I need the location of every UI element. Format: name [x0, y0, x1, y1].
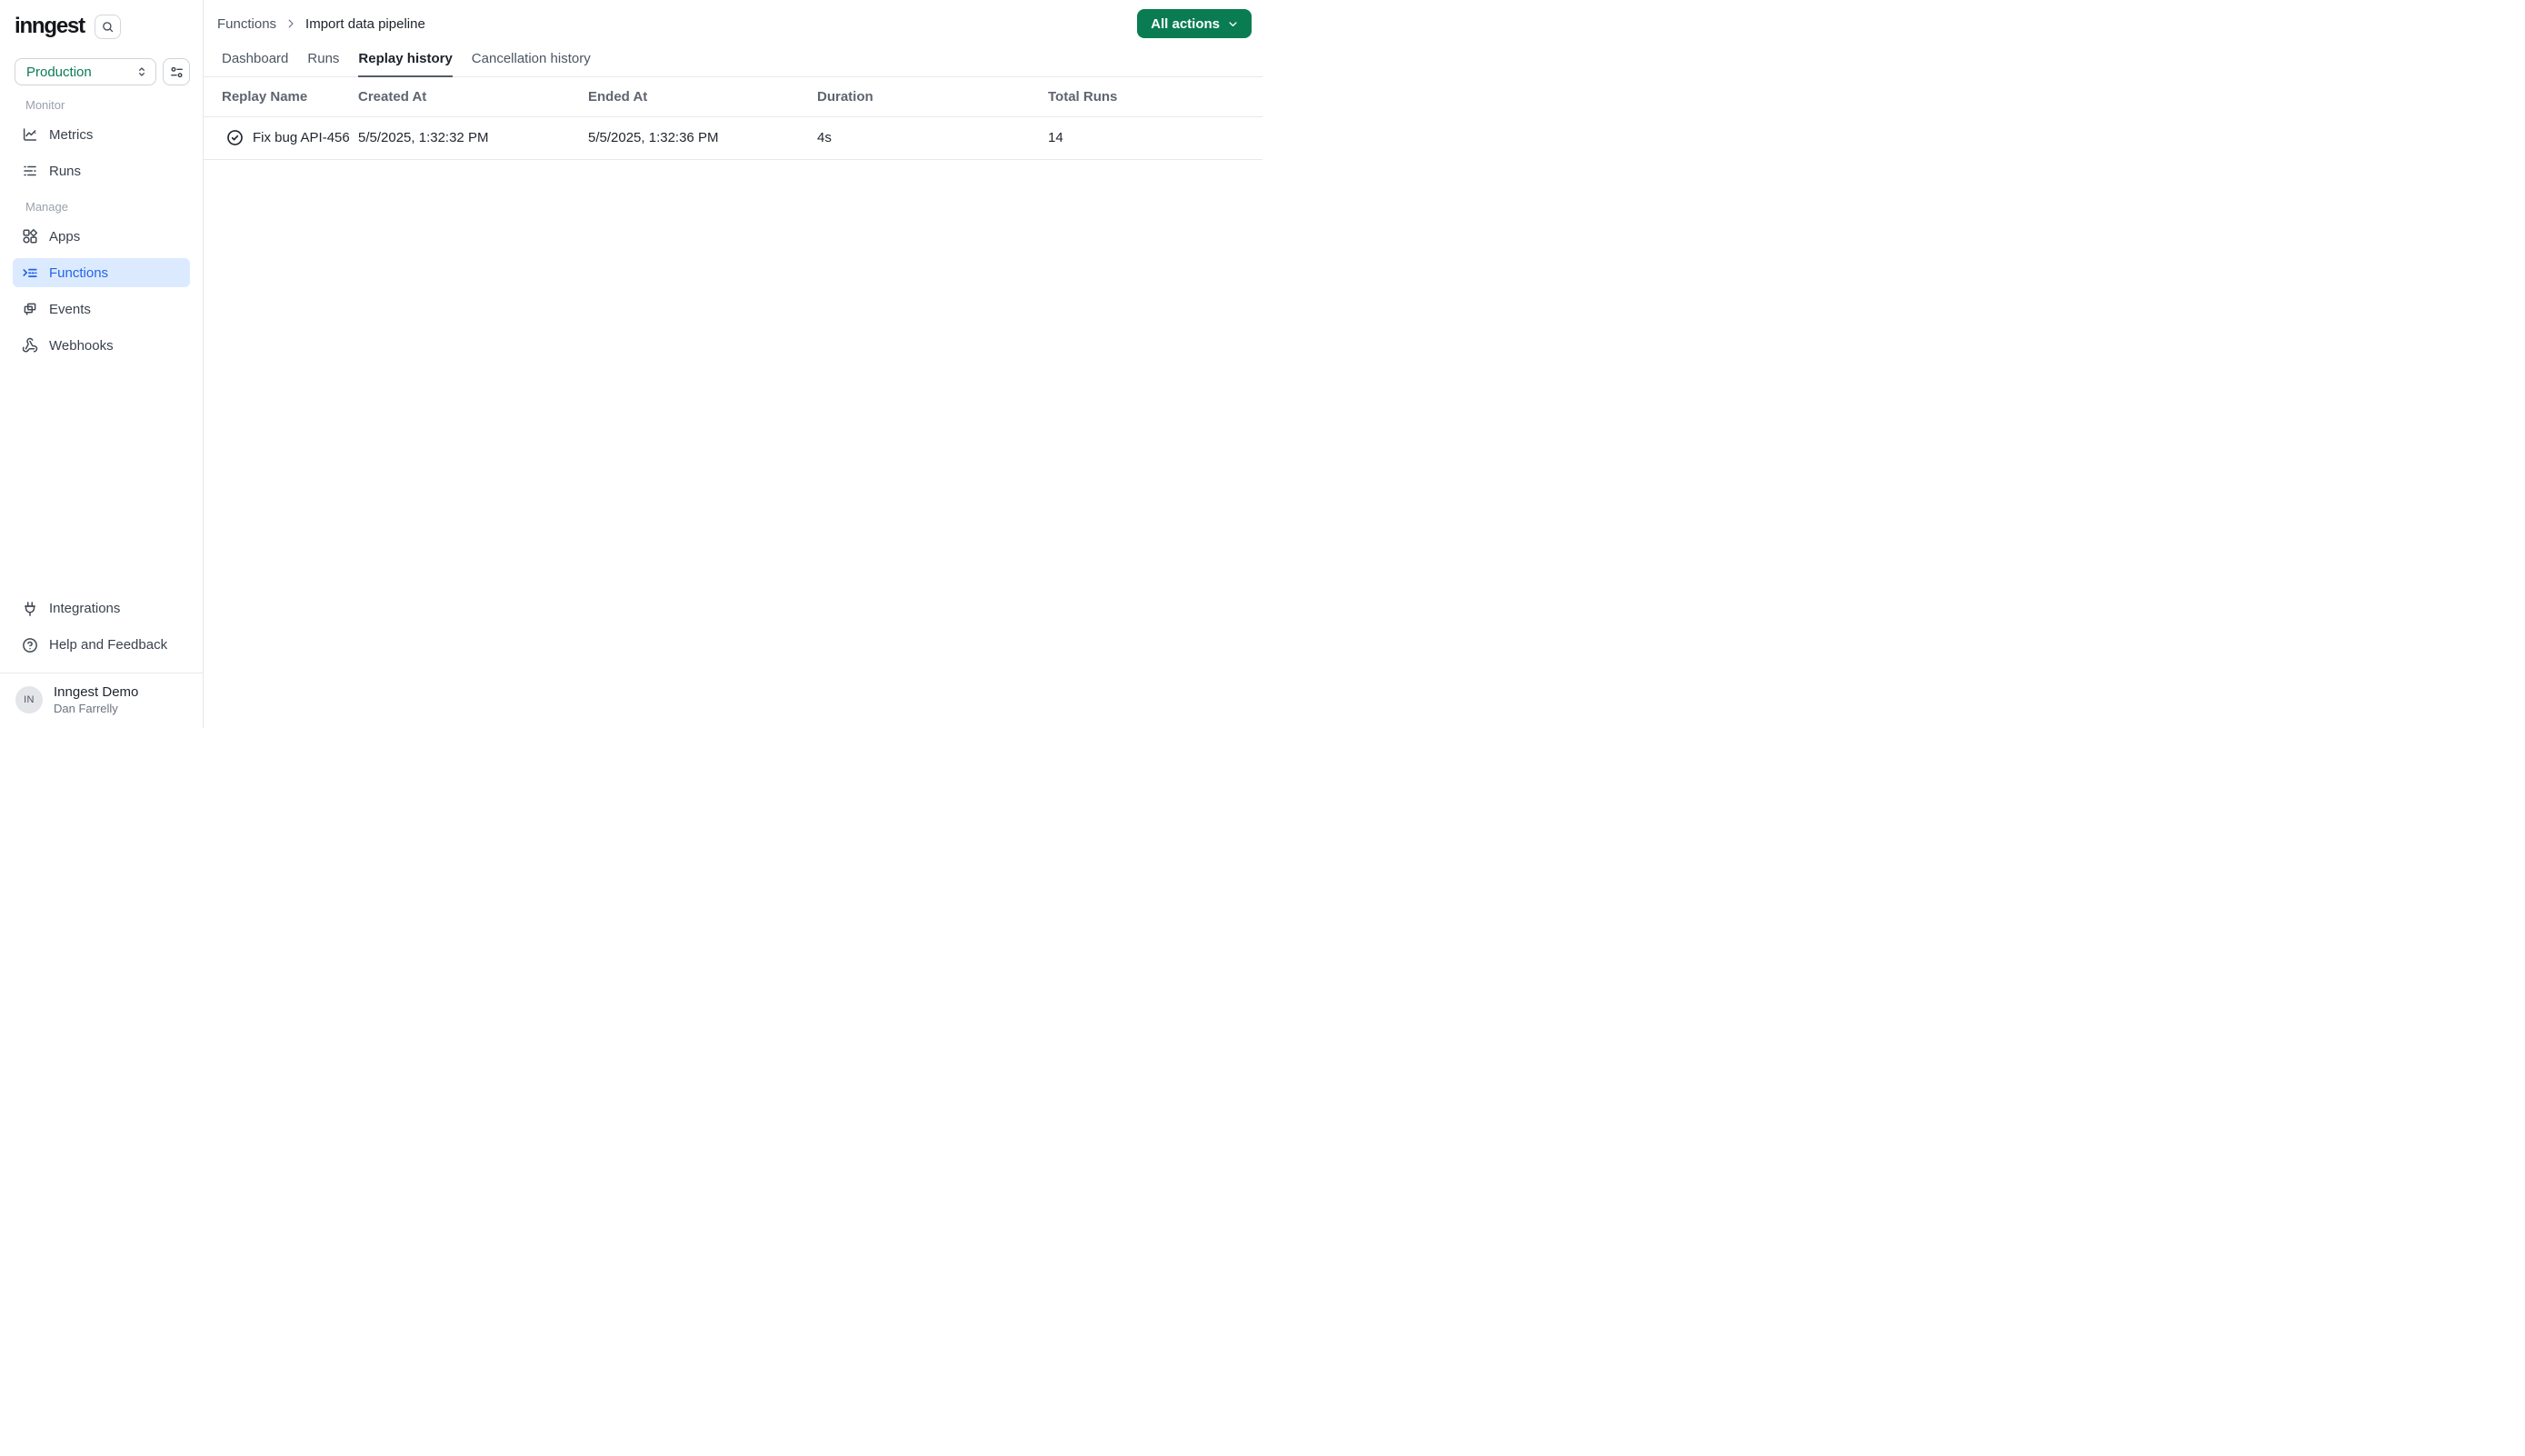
replay-name: Fix bug API-456: [253, 130, 350, 146]
sidebar-item-label: Help and Feedback: [49, 637, 168, 653]
chart-line-icon: [22, 126, 38, 143]
column-header-replay-name: Replay Name: [222, 88, 308, 105]
breadcrumb-current-page: Import data pipeline: [305, 15, 425, 32]
sidebar-item-webhooks[interactable]: Webhooks: [13, 331, 190, 360]
environment-settings-button[interactable]: [163, 58, 190, 85]
nav-section-label-monitor: Monitor: [25, 98, 65, 112]
replay-duration: 4s: [817, 130, 832, 146]
sidebar-item-help-and-feedback[interactable]: Help and Feedback: [13, 631, 190, 660]
plug-icon: [22, 601, 38, 617]
sidebar-item-events[interactable]: Events: [13, 294, 190, 324]
sidebar-item-runs[interactable]: Runs: [13, 156, 190, 185]
replay-table-header: Replay Name Created At Ended At Duration…: [204, 77, 1262, 117]
column-header-created-at: Created At: [358, 88, 427, 105]
sidebar-item-label: Integrations: [49, 601, 121, 617]
tab-cancellation-history[interactable]: Cancellation history: [472, 51, 591, 76]
sidebar-item-label: Events: [49, 301, 91, 317]
nav-section-label-manage: Manage: [25, 200, 68, 214]
breadcrumb-functions-link[interactable]: Functions: [217, 16, 276, 32]
all-actions-button[interactable]: All actions: [1137, 9, 1252, 38]
replay-total-runs: 14: [1048, 130, 1063, 146]
chevron-right-icon: [284, 17, 297, 30]
function-list-icon: [22, 264, 38, 281]
replay-ended-at: 5/5/2025, 1:32:36 PM: [588, 130, 719, 146]
tab-dashboard[interactable]: Dashboard: [222, 51, 288, 76]
avatar: IN: [15, 685, 43, 713]
sidebar: inngest Production Monitor Metrics Runs …: [0, 0, 204, 728]
sidebar-footer: Integrations Help and Feedback IN Innges…: [0, 587, 203, 728]
chevron-down-icon: [1226, 17, 1240, 31]
sidebar-item-label: Functions: [49, 264, 109, 281]
environment-select[interactable]: Production: [15, 58, 157, 85]
copy-windows-icon: [22, 301, 38, 317]
sidebar-item-label: Webhooks: [49, 337, 114, 354]
search-icon: [101, 20, 115, 34]
topbar: Functions Import data pipeline All actio…: [204, 0, 1262, 47]
column-header-duration: Duration: [817, 88, 873, 105]
tab-replay-history[interactable]: Replay history: [358, 51, 454, 77]
sidebar-nav: Monitor Metrics Runs Manage Apps Functio…: [0, 98, 203, 367]
search-button[interactable]: [94, 14, 121, 39]
breadcrumb: Functions Import data pipeline: [217, 16, 425, 32]
user-org-name: Inngest Demo: [54, 683, 139, 700]
user-full-name: Dan Farrelly: [54, 702, 118, 715]
tab-runs[interactable]: Runs: [307, 51, 339, 76]
check-circle-icon: [226, 129, 244, 146]
list-icon: [22, 163, 38, 179]
replay-table-row[interactable]: Fix bug API-456 5/5/2025, 1:32:32 PM 5/5…: [204, 117, 1262, 160]
environment-row: Production: [0, 40, 203, 85]
environment-select-value: Production: [26, 64, 92, 80]
sidebar-item-apps[interactable]: Apps: [13, 222, 190, 251]
inngest-logo: inngest: [15, 14, 85, 38]
sidebar-item-metrics[interactable]: Metrics: [13, 120, 190, 149]
shapes-grid-icon: [22, 228, 38, 244]
webhook-icon: [22, 337, 38, 354]
all-actions-label: All actions: [1151, 15, 1220, 32]
column-header-total-runs: Total Runs: [1048, 88, 1118, 105]
sidebar-item-integrations[interactable]: Integrations: [13, 594, 190, 623]
chevron-up-down-icon: [135, 65, 149, 79]
function-tabs: Dashboard Runs Replay history Cancellati…: [204, 47, 1262, 77]
help-circle-icon: [22, 637, 38, 653]
app-root: inngest Production Monitor Metrics Runs …: [0, 0, 1262, 728]
sidebar-item-label: Apps: [49, 228, 81, 244]
sliders-icon: [169, 65, 185, 80]
column-header-ended-at: Ended At: [588, 88, 648, 105]
replay-created-at: 5/5/2025, 1:32:32 PM: [358, 130, 489, 146]
sidebar-item-functions[interactable]: Functions: [13, 258, 190, 287]
sidebar-item-label: Runs: [49, 163, 82, 179]
sidebar-header: inngest: [0, 0, 203, 40]
replay-name-cell: Fix bug API-456: [222, 129, 358, 146]
user-menu[interactable]: IN Inngest Demo Dan Farrelly: [13, 673, 190, 728]
sidebar-item-label: Metrics: [49, 126, 94, 143]
main-content: Functions Import data pipeline All actio…: [204, 0, 1262, 728]
